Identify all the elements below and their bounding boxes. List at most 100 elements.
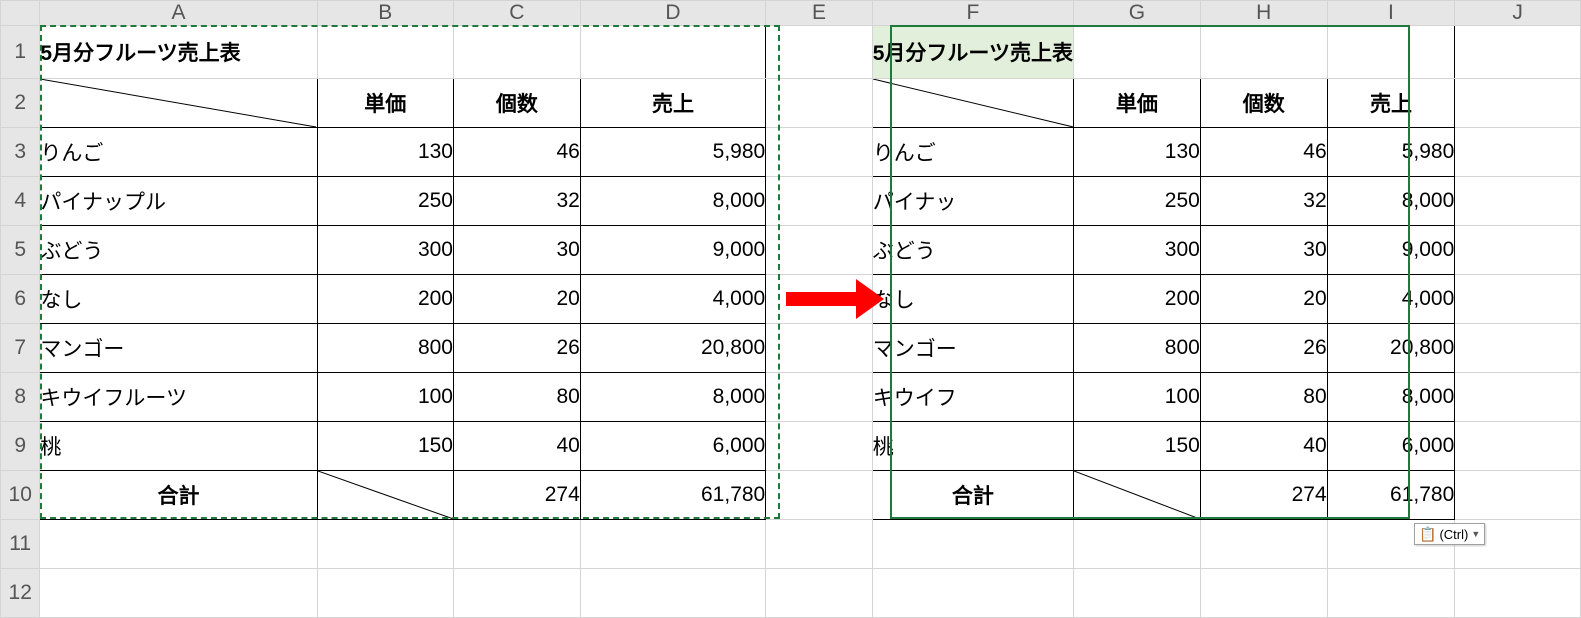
- cell-E7[interactable]: [766, 324, 873, 373]
- row-header-2[interactable]: 2: [1, 79, 40, 128]
- cell-H5[interactable]: 30: [1200, 226, 1327, 275]
- col-header-C[interactable]: C: [453, 1, 580, 26]
- cell-J1[interactable]: [1455, 26, 1581, 79]
- cell-H2[interactable]: 個数: [1200, 79, 1327, 128]
- cell-J10[interactable]: [1455, 471, 1581, 520]
- col-header-A[interactable]: A: [40, 1, 317, 26]
- source-diag-header[interactable]: [40, 79, 317, 128]
- cell-J7[interactable]: [1455, 324, 1581, 373]
- cell-C5[interactable]: 30: [453, 226, 580, 275]
- cell-F1[interactable]: 5月分フルーツ売上表: [872, 26, 1073, 79]
- cell-J6[interactable]: [1455, 275, 1581, 324]
- cell-G3[interactable]: 130: [1074, 128, 1201, 177]
- cell-G1[interactable]: [1074, 26, 1201, 79]
- cell-I1[interactable]: [1327, 26, 1455, 79]
- cell-I10[interactable]: 61,780: [1327, 471, 1455, 520]
- cell-C11[interactable]: [453, 520, 580, 569]
- cell-D7[interactable]: 20,800: [580, 324, 765, 373]
- cell-G8[interactable]: 100: [1074, 373, 1201, 422]
- cell-A3[interactable]: りんご: [40, 128, 317, 177]
- cell-C12[interactable]: [453, 569, 580, 618]
- cell-E8[interactable]: [766, 373, 873, 422]
- cell-I2[interactable]: 売上: [1327, 79, 1455, 128]
- cell-B4[interactable]: 250: [317, 177, 453, 226]
- cell-H12[interactable]: [1200, 569, 1327, 618]
- cell-C4[interactable]: 32: [453, 177, 580, 226]
- cell-J12[interactable]: [1455, 569, 1581, 618]
- row-header-3[interactable]: 3: [1, 128, 40, 177]
- cell-E9[interactable]: [766, 422, 873, 471]
- cell-F4[interactable]: パイナッ: [872, 177, 1073, 226]
- cell-G12[interactable]: [1074, 569, 1201, 618]
- cell-B2[interactable]: 単価: [317, 79, 453, 128]
- cell-A11[interactable]: [40, 520, 317, 569]
- dest-diag-header[interactable]: [872, 79, 1073, 128]
- cell-B6[interactable]: 200: [317, 275, 453, 324]
- cell-A9[interactable]: 桃: [40, 422, 317, 471]
- cell-H9[interactable]: 40: [1200, 422, 1327, 471]
- col-header-G[interactable]: G: [1074, 1, 1201, 26]
- row-header-12[interactable]: 12: [1, 569, 40, 618]
- cell-E4[interactable]: [766, 177, 873, 226]
- col-header-D[interactable]: D: [580, 1, 765, 26]
- row-header-5[interactable]: 5: [1, 226, 40, 275]
- cell-B3[interactable]: 130: [317, 128, 453, 177]
- cell-C9[interactable]: 40: [453, 422, 580, 471]
- cell-D10[interactable]: 61,780: [580, 471, 765, 520]
- cell-F11[interactable]: [872, 520, 1073, 569]
- cell-F5[interactable]: ぶどう: [872, 226, 1073, 275]
- cell-D12[interactable]: [580, 569, 765, 618]
- cell-C8[interactable]: 80: [453, 373, 580, 422]
- cell-B7[interactable]: 800: [317, 324, 453, 373]
- cell-D3[interactable]: 5,980: [580, 128, 765, 177]
- cell-A5[interactable]: ぶどう: [40, 226, 317, 275]
- cell-B5[interactable]: 300: [317, 226, 453, 275]
- cell-H10[interactable]: 274: [1200, 471, 1327, 520]
- row-header-8[interactable]: 8: [1, 373, 40, 422]
- cell-D1[interactable]: [580, 26, 765, 79]
- cell-G5[interactable]: 300: [1074, 226, 1201, 275]
- cell-F8[interactable]: キウイフ: [872, 373, 1073, 422]
- cell-F7[interactable]: マンゴー: [872, 324, 1073, 373]
- cell-B9[interactable]: 150: [317, 422, 453, 471]
- cell-F6[interactable]: なし: [872, 275, 1073, 324]
- cell-C10[interactable]: 274: [453, 471, 580, 520]
- cell-H1[interactable]: [1200, 26, 1327, 79]
- row-header-6[interactable]: 6: [1, 275, 40, 324]
- cell-H7[interactable]: 26: [1200, 324, 1327, 373]
- cell-A10[interactable]: 合計: [40, 471, 317, 520]
- cell-I7[interactable]: 20,800: [1327, 324, 1455, 373]
- cell-J4[interactable]: [1455, 177, 1581, 226]
- row-header-11[interactable]: 11: [1, 520, 40, 569]
- cell-E2[interactable]: [766, 79, 873, 128]
- cell-J5[interactable]: [1455, 226, 1581, 275]
- cell-H8[interactable]: 80: [1200, 373, 1327, 422]
- cell-H11[interactable]: [1200, 520, 1327, 569]
- col-header-E[interactable]: E: [766, 1, 873, 26]
- cell-G7[interactable]: 800: [1074, 324, 1201, 373]
- cell-I8[interactable]: 8,000: [1327, 373, 1455, 422]
- cell-C3[interactable]: 46: [453, 128, 580, 177]
- cell-A7[interactable]: マンゴー: [40, 324, 317, 373]
- cell-J9[interactable]: [1455, 422, 1581, 471]
- cell-E3[interactable]: [766, 128, 873, 177]
- row-header-10[interactable]: 10: [1, 471, 40, 520]
- cell-D9[interactable]: 6,000: [580, 422, 765, 471]
- cell-B12[interactable]: [317, 569, 453, 618]
- row-header-7[interactable]: 7: [1, 324, 40, 373]
- cell-F10[interactable]: 合計: [872, 471, 1073, 520]
- cell-B8[interactable]: 100: [317, 373, 453, 422]
- cell-G9[interactable]: 150: [1074, 422, 1201, 471]
- row-header-1[interactable]: 1: [1, 26, 40, 79]
- cell-G4[interactable]: 250: [1074, 177, 1201, 226]
- cell-C7[interactable]: 26: [453, 324, 580, 373]
- cell-I3[interactable]: 5,980: [1327, 128, 1455, 177]
- cell-J2[interactable]: [1455, 79, 1581, 128]
- cell-I4[interactable]: 8,000: [1327, 177, 1455, 226]
- cell-A4[interactable]: パイナップル: [40, 177, 317, 226]
- cell-G6[interactable]: 200: [1074, 275, 1201, 324]
- cell-B1[interactable]: [317, 26, 453, 79]
- cell-I6[interactable]: 4,000: [1327, 275, 1455, 324]
- cell-D6[interactable]: 4,000: [580, 275, 765, 324]
- cell-H6[interactable]: 20: [1200, 275, 1327, 324]
